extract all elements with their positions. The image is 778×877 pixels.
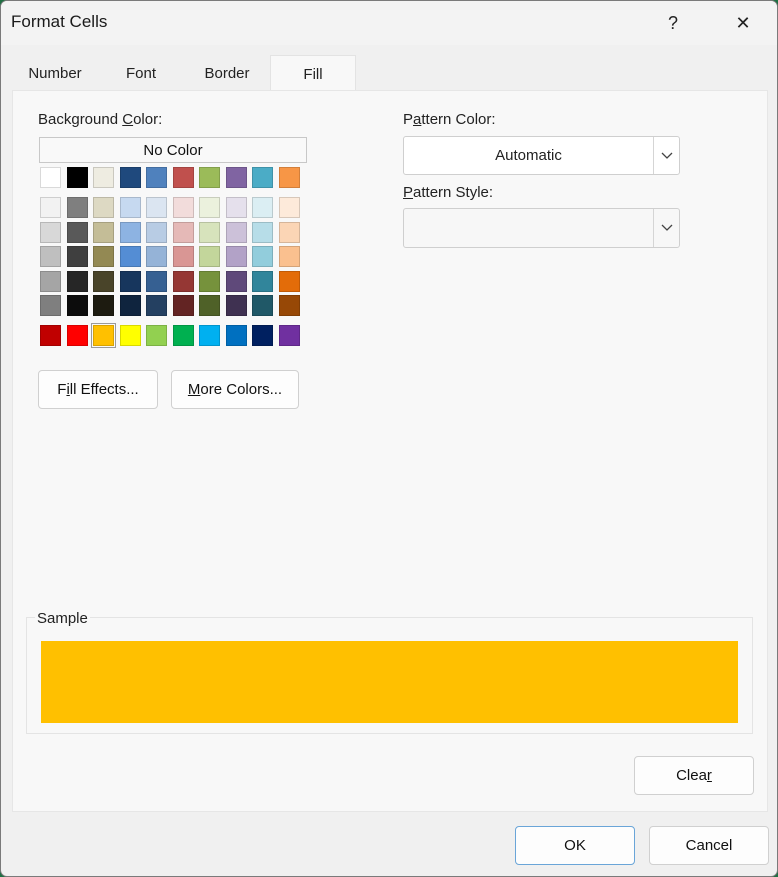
- color-swatch[interactable]: [40, 295, 61, 316]
- pattern-color-value: Automatic: [495, 147, 562, 164]
- pattern-color-dropdown[interactable]: Automatic: [403, 136, 680, 175]
- color-swatch[interactable]: [252, 295, 273, 316]
- background-color-label: Background Color:: [38, 111, 163, 128]
- pattern-style-dropdown[interactable]: [403, 208, 680, 248]
- pattern-style-value: [404, 209, 653, 247]
- color-swatch[interactable]: [40, 221, 61, 243]
- color-swatch[interactable]: [172, 270, 194, 292]
- color-swatch[interactable]: [40, 325, 61, 346]
- color-swatch[interactable]: [172, 325, 194, 346]
- close-button[interactable]: ✕: [723, 7, 763, 39]
- no-color-button[interactable]: No Color: [39, 137, 307, 163]
- cancel-button[interactable]: Cancel: [649, 826, 769, 865]
- color-swatch[interactable]: [225, 246, 247, 267]
- color-swatch[interactable]: [91, 323, 116, 348]
- color-swatch[interactable]: [199, 246, 220, 267]
- color-swatch[interactable]: [225, 295, 247, 316]
- color-swatch[interactable]: [252, 221, 273, 243]
- close-icon: ✕: [735, 12, 751, 33]
- more-colors-button[interactable]: More Colors...: [171, 370, 299, 409]
- tab-border[interactable]: Border: [184, 56, 270, 91]
- color-swatch[interactable]: [225, 325, 247, 346]
- color-swatch[interactable]: [146, 221, 167, 243]
- color-swatch[interactable]: [278, 197, 300, 218]
- tab-fill[interactable]: Fill: [270, 55, 356, 92]
- color-swatch[interactable]: [252, 246, 273, 267]
- clear-button[interactable]: Clea r: [634, 756, 754, 795]
- color-swatch[interactable]: [172, 167, 194, 188]
- color-swatch[interactable]: [225, 167, 247, 188]
- color-swatch[interactable]: [146, 167, 167, 188]
- color-swatch[interactable]: [119, 270, 141, 292]
- color-swatch[interactable]: [119, 246, 141, 267]
- color-swatch[interactable]: [278, 167, 300, 188]
- color-swatch[interactable]: [66, 167, 88, 188]
- color-swatch[interactable]: [146, 325, 167, 346]
- color-swatch[interactable]: [119, 325, 141, 346]
- color-swatch[interactable]: [252, 325, 273, 346]
- tab-number[interactable]: Number: [12, 56, 98, 91]
- pattern-color-label: Pattern Color:: [403, 111, 496, 128]
- color-swatch[interactable]: [199, 197, 220, 218]
- color-swatch[interactable]: [93, 270, 114, 292]
- color-swatch[interactable]: [146, 246, 167, 267]
- color-swatch[interactable]: [40, 197, 61, 218]
- color-swatch[interactable]: [199, 167, 220, 188]
- color-swatch[interactable]: [172, 197, 194, 218]
- color-swatch[interactable]: [93, 167, 114, 188]
- help-button[interactable]: ?: [653, 7, 693, 39]
- color-swatch[interactable]: [172, 295, 194, 316]
- tab-font[interactable]: Font: [100, 56, 182, 91]
- color-swatch[interactable]: [66, 325, 88, 346]
- color-swatch[interactable]: [199, 270, 220, 292]
- color-swatch[interactable]: [172, 246, 194, 267]
- color-swatch[interactable]: [93, 197, 114, 218]
- fill-effects-button[interactable]: Fi ll Effects...: [38, 370, 158, 409]
- color-swatch[interactable]: [199, 295, 220, 316]
- color-swatch[interactable]: [40, 246, 61, 267]
- color-swatch[interactable]: [119, 221, 141, 243]
- color-swatch[interactable]: [40, 167, 61, 188]
- color-swatch[interactable]: [66, 221, 88, 243]
- pattern-style-label: Pattern Style:: [403, 184, 494, 201]
- color-swatch[interactable]: [93, 295, 114, 316]
- color-swatch[interactable]: [252, 270, 273, 292]
- sample-label: Sample: [35, 610, 90, 627]
- color-swatch[interactable]: [93, 246, 114, 267]
- color-swatch[interactable]: [225, 197, 247, 218]
- chevron-down-icon[interactable]: [653, 209, 679, 247]
- ok-button[interactable]: OK: [515, 826, 635, 865]
- color-swatch[interactable]: [278, 295, 300, 316]
- color-swatch[interactable]: [252, 197, 273, 218]
- format-cells-dialog: Format Cells ? ✕ Number Font Border Fill…: [0, 0, 778, 877]
- color-swatch[interactable]: [278, 270, 300, 292]
- color-swatch[interactable]: [146, 295, 167, 316]
- color-swatch[interactable]: [252, 167, 273, 188]
- color-swatch[interactable]: [66, 197, 88, 218]
- color-swatch[interactable]: [199, 325, 220, 346]
- color-swatch[interactable]: [199, 221, 220, 243]
- color-swatch[interactable]: [40, 270, 61, 292]
- color-swatch[interactable]: [172, 221, 194, 243]
- title-bar: Format Cells ? ✕: [1, 1, 777, 45]
- color-swatch[interactable]: [278, 325, 300, 346]
- color-swatch[interactable]: [93, 221, 114, 243]
- color-swatch[interactable]: [66, 295, 88, 316]
- color-swatch[interactable]: [66, 246, 88, 267]
- color-swatch[interactable]: [146, 270, 167, 292]
- chevron-down-icon[interactable]: [653, 137, 679, 174]
- color-swatch[interactable]: [119, 167, 141, 188]
- color-swatch[interactable]: [119, 295, 141, 316]
- color-swatch[interactable]: [278, 221, 300, 243]
- sample-preview: [41, 641, 738, 723]
- color-swatch[interactable]: [66, 270, 88, 292]
- help-icon: ?: [667, 12, 678, 33]
- dialog-title: Format Cells: [11, 12, 108, 31]
- color-swatch[interactable]: [225, 270, 247, 292]
- color-swatch[interactable]: [119, 197, 141, 218]
- color-swatch[interactable]: [278, 246, 300, 267]
- color-swatch[interactable]: [146, 197, 167, 218]
- color-swatch[interactable]: [225, 221, 247, 243]
